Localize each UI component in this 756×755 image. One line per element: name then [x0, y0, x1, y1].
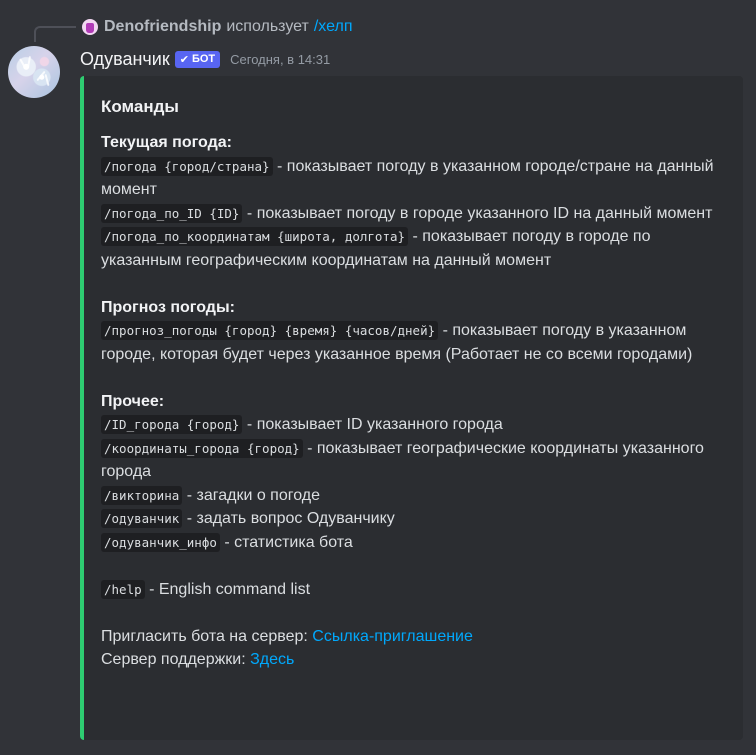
command-line: /координаты_города {город} - показывает … — [101, 437, 727, 484]
command-code: /одуванчик — [101, 509, 183, 528]
bot-badge: ✔ БОТ — [174, 50, 221, 68]
embed: Команды Текущая погода: /погода {город/с… — [80, 76, 743, 740]
reply-command[interactable]: /хелп — [314, 18, 353, 36]
command-line: /погода_по_координатам {широта, долгота}… — [101, 225, 727, 272]
support-line: Сервер поддержки: Здесь — [101, 648, 727, 672]
section-title: Прогноз погоды: — [101, 298, 235, 316]
command-code: /help — [101, 579, 145, 599]
dandelion-seed — [19, 58, 27, 70]
command-line: /одуванчик_инфо - статистика бота — [101, 531, 727, 555]
invite-link[interactable]: Ссылка-приглашение — [312, 628, 473, 645]
command-code: /ID_города {город} — [101, 415, 243, 434]
command-code: /прогноз_погоды {город} {время} {часов/д… — [101, 321, 439, 340]
command-line: /викторина - загадки о погоде — [101, 484, 727, 508]
bot-badge-label: БОТ — [191, 53, 216, 65]
reply-context[interactable]: Denofriendship использует /хелп — [82, 16, 352, 38]
command-line: /погода_по_ID {ID} - показывает погоду в… — [101, 202, 727, 226]
reply-connector — [34, 26, 76, 42]
checkmark-icon: ✔ — [179, 53, 189, 66]
command-description: - загадки о погоде — [182, 486, 320, 504]
command-code: /одуванчик_инфо — [101, 532, 220, 552]
reply-username[interactable]: Denofriendship — [104, 18, 221, 36]
section-current-weather: Текущая погода: /погода {город/страна} -… — [101, 131, 727, 272]
embed-description: Текущая погода: /погода {город/страна} -… — [101, 131, 727, 672]
support-link[interactable]: Здесь — [250, 651, 294, 668]
invite-label: Пригласить бота на сервер: — [101, 627, 313, 645]
command-code: /координаты_города {город} — [101, 438, 303, 458]
section-title: Прочее: — [101, 392, 165, 410]
message-view: Denofriendship использует /хелп Одуванчи… — [0, 0, 756, 755]
author-name[interactable]: Одуванчик — [80, 49, 170, 70]
command-description: - задать вопрос Одуванчику — [182, 510, 395, 527]
command-code: /погода_по_координатам {широта, долгота} — [101, 227, 409, 246]
section-other: Прочее: /ID_города {город} - показывает … — [101, 390, 727, 555]
command-code: /погода_по_ID {ID} — [101, 203, 243, 223]
command-line: /одуванчик - задать вопрос Одуванчику — [101, 507, 727, 531]
section-title: Текущая погода: — [101, 134, 232, 151]
invite-line: Пригласить бота на сервер: Ссылка-пригла… — [101, 625, 727, 649]
command-code: /погода {город/страна} — [101, 156, 273, 176]
command-line: /прогноз_погоды {город} {время} {часов/д… — [101, 319, 727, 366]
dandelion-seed — [44, 73, 50, 87]
command-description: - показывает ID указанного города — [242, 416, 503, 433]
command-description: - English command list — [144, 580, 311, 598]
reply-verb: использует — [226, 18, 309, 35]
support-label: Сервер поддержки: — [101, 651, 251, 668]
section-forecast: Прогноз погоды: /прогноз_погоды {город} … — [101, 296, 727, 367]
command-line: /погода {город/страна} - показывает пого… — [101, 155, 727, 202]
command-description: - показывает погоду в городе указанного … — [242, 204, 713, 222]
avatar[interactable] — [8, 46, 60, 98]
command-line: /ID_города {город} - показывает ID указа… — [101, 413, 727, 437]
command-line-help: /help - English command list — [101, 578, 727, 602]
embed-title: Команды — [101, 97, 179, 116]
command-description: - статистика бота — [219, 533, 353, 551]
dandelion-seed — [26, 55, 32, 69]
message-header: Одуванчик ✔ БОТ Сегодня, в 14:31 — [80, 46, 330, 72]
command-code: /викторина — [101, 485, 183, 505]
timestamp[interactable]: Сегодня, в 14:31 — [230, 52, 330, 67]
potion-icon — [86, 23, 94, 33]
reply-avatar[interactable] — [82, 19, 98, 35]
